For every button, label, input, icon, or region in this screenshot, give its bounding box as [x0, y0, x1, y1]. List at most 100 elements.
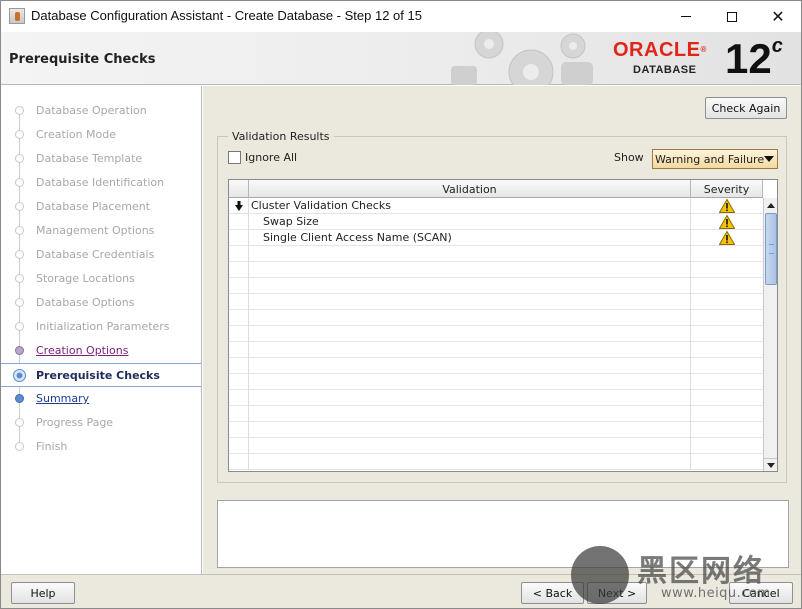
validation-cell [249, 278, 691, 294]
step-indicator-icon [15, 154, 24, 163]
scroll-up-button[interactable] [764, 198, 777, 212]
main-content: Check Again Validation Results Ignore Al… [203, 86, 801, 574]
scroll-thumb[interactable] [765, 213, 777, 285]
next-button[interactable]: Next > [587, 582, 647, 604]
validation-text: Single Client Access Name (SCAN) [263, 231, 452, 244]
collapse-arrow-icon[interactable] [235, 201, 243, 211]
severity-cell [691, 326, 763, 342]
severity-cell [691, 454, 763, 470]
step-indicator-icon [15, 322, 24, 331]
table-body: Cluster Validation Checks Swap Size Single… [229, 198, 763, 471]
step-indicator-icon [15, 250, 24, 259]
empty-table-row [229, 262, 763, 278]
dropdown-arrow-icon[interactable] [764, 156, 774, 162]
warning-icon [719, 231, 735, 245]
title-bar[interactable]: Database Configuration Assistant - Creat… [1, 1, 801, 32]
java-app-icon [9, 8, 25, 24]
help-button[interactable]: Help [11, 582, 75, 604]
warning-icon [719, 199, 735, 213]
minimize-button[interactable] [663, 1, 709, 32]
expander-cell [229, 438, 249, 454]
window-title: Database Configuration Assistant - Creat… [31, 8, 422, 23]
empty-table-row [229, 390, 763, 406]
nav-step-label: Creation Mode [36, 128, 117, 141]
severity-cell [691, 438, 763, 454]
step-navigation: Database Operation Creation Mode Database … [1, 86, 202, 574]
column-header-validation[interactable]: Validation [249, 180, 691, 198]
nav-step-label: Database Options [36, 296, 135, 309]
expander-cell [229, 422, 249, 438]
show-label: Show [614, 151, 644, 164]
footer-bar: Help < Back Next > Cancel [1, 574, 801, 608]
step-indicator-icon [15, 394, 24, 403]
validation-cell [249, 310, 691, 326]
expander-cell [229, 326, 249, 342]
version-logo: 12c [725, 36, 783, 82]
step-indicator-icon [15, 346, 24, 355]
nav-step-database-identification: Database Identification [1, 171, 201, 195]
validation-cell [249, 438, 691, 454]
nav-step-database-options: Database Options [1, 291, 201, 315]
back-label: < Back [532, 586, 573, 600]
oracle-brand-text: ORACLE [613, 39, 701, 61]
severity-cell [691, 422, 763, 438]
severity-cell [691, 278, 763, 294]
header-banner: Prerequisite Checks ORACLE® DATABASE 12c [1, 32, 801, 85]
severity-cell [691, 214, 763, 230]
ignore-all-checkbox[interactable]: Ignore All [228, 151, 297, 164]
severity-cell [691, 358, 763, 374]
scroll-down-button[interactable] [764, 458, 777, 471]
validation-cell [249, 294, 691, 310]
step-indicator-icon [15, 442, 24, 451]
nav-step-prerequisite-checks: Prerequisite Checks [1, 363, 201, 387]
checkbox-box[interactable] [228, 151, 241, 164]
empty-table-row [229, 310, 763, 326]
show-filter-value: Warning and Failure [655, 153, 765, 166]
expander-cell [229, 198, 249, 214]
cancel-button[interactable]: Cancel [729, 582, 793, 604]
step-indicator-icon [15, 226, 24, 235]
next-label: Next > [597, 586, 637, 600]
nav-step-progress-page: Progress Page [1, 411, 201, 435]
severity-cell [691, 342, 763, 358]
table-row[interactable]: Swap Size [229, 214, 763, 230]
nav-step-initialization-parameters: Initialization Parameters [1, 315, 201, 339]
check-again-button[interactable]: Check Again [705, 97, 787, 119]
show-filter-dropdown[interactable]: Warning and Failure [652, 149, 778, 169]
details-pane[interactable] [217, 500, 789, 568]
table-row[interactable]: Single Client Access Name (SCAN) [229, 230, 763, 246]
table-row[interactable]: Cluster Validation Checks [229, 198, 763, 214]
vertical-scrollbar[interactable] [763, 198, 777, 471]
nav-step-database-placement: Database Placement [1, 195, 201, 219]
column-header-severity[interactable]: Severity [691, 180, 763, 198]
close-button[interactable]: ✕ [755, 1, 801, 32]
maximize-button[interactable] [709, 1, 755, 32]
severity-cell [691, 406, 763, 422]
step-indicator-icon [15, 298, 24, 307]
oracle-logo: ORACLE® DATABASE [613, 40, 723, 80]
nav-step-label: Initialization Parameters [36, 320, 170, 333]
severity-cell [691, 390, 763, 406]
nav-step-database-credentials: Database Credentials [1, 243, 201, 267]
severity-cell [691, 310, 763, 326]
group-title: Validation Results [228, 130, 334, 143]
severity-cell [691, 230, 763, 246]
empty-table-row [229, 326, 763, 342]
nav-step-label: Prerequisite Checks [36, 369, 160, 382]
validation-cell [249, 374, 691, 390]
expander-cell [229, 294, 249, 310]
column-header-expander[interactable] [229, 180, 249, 198]
expander-cell [229, 406, 249, 422]
nav-step-creation-options[interactable]: Creation Options [1, 339, 201, 363]
nav-step-label: Database Credentials [36, 248, 155, 261]
warning-icon [719, 215, 735, 229]
nav-step-summary[interactable]: Summary [1, 387, 201, 411]
back-button[interactable]: < Back [521, 582, 584, 604]
empty-table-row [229, 454, 763, 470]
validation-cell: Cluster Validation Checks [249, 198, 691, 214]
nav-step-label: Storage Locations [36, 272, 135, 285]
step-indicator-icon [15, 130, 24, 139]
nav-step-label: Management Options [36, 224, 155, 237]
help-label: Help [30, 586, 56, 600]
page-title: Prerequisite Checks [9, 52, 156, 67]
